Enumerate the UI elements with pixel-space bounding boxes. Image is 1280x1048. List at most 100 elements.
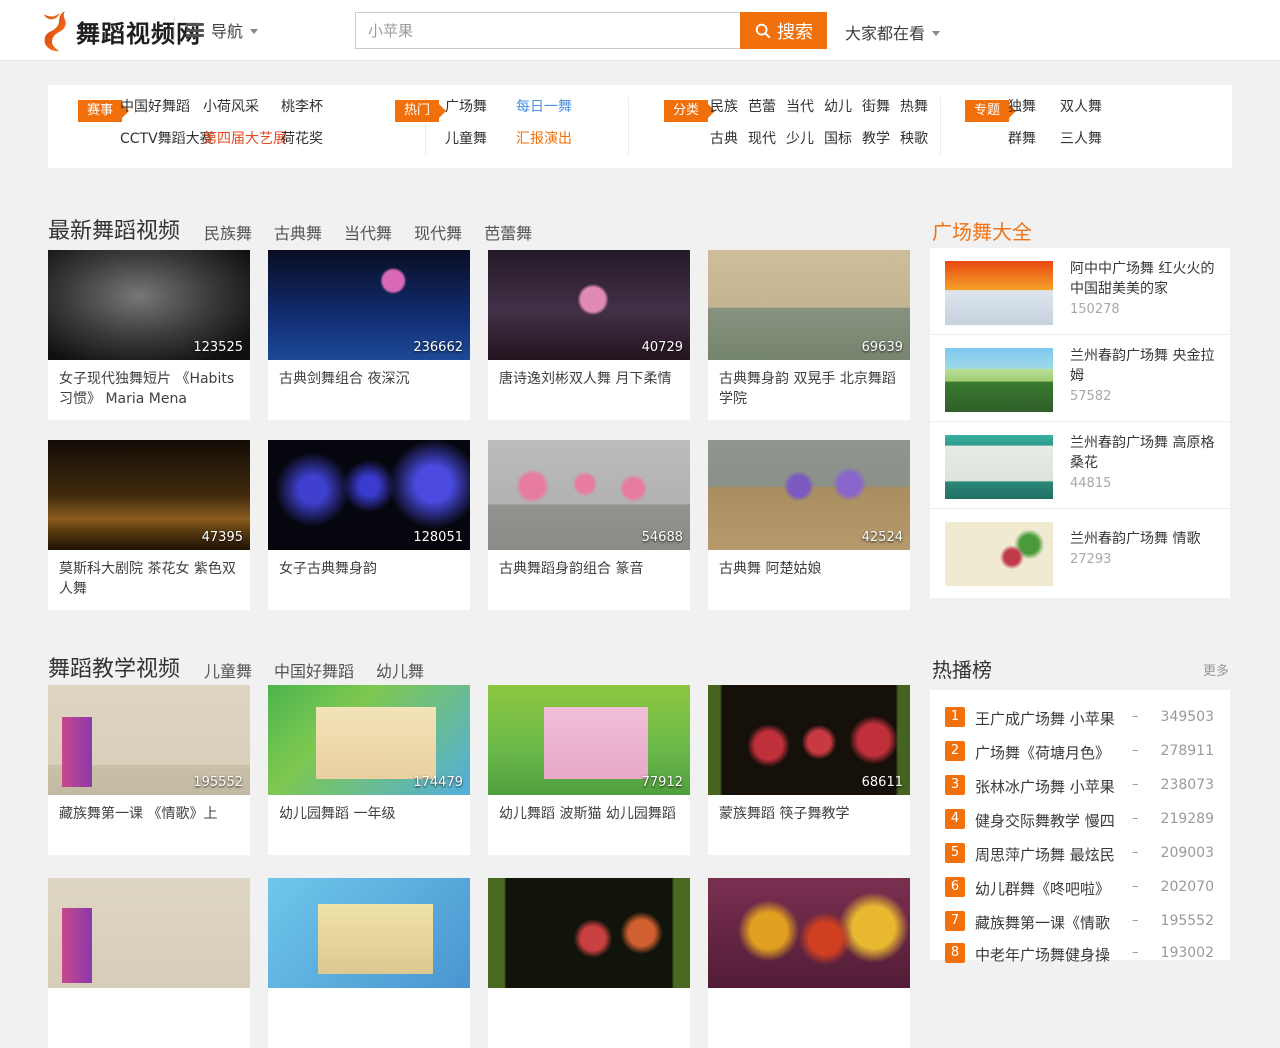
video-title[interactable]: 健身交际舞教学 慢四 — [975, 810, 1143, 831]
hot-list-item[interactable]: 4 健身交际舞教学 慢四 – 219289 — [930, 809, 1230, 843]
badge-competitions[interactable]: 赛事 — [78, 100, 122, 122]
video-title[interactable]: 幼儿园舞蹈 一年级 — [268, 795, 470, 824]
video-title[interactable]: 藏族舞第一课 《情歌》上 — [48, 795, 250, 824]
everyone-watching-dropdown[interactable]: 大家都在看 — [845, 20, 940, 44]
video-card[interactable] — [268, 878, 470, 1048]
nav-link[interactable]: 群舞 — [1008, 130, 1060, 149]
tab-folk-dance[interactable]: 民族舞 — [204, 220, 252, 244]
video-title[interactable]: 女子古典舞身韵 — [268, 550, 470, 579]
video-title[interactable]: 古典剑舞组合 夜深沉 — [268, 360, 470, 389]
tab-china-good-dance[interactable]: 中国好舞蹈 — [274, 658, 354, 682]
list-item[interactable]: 兰州春韵广场舞 情歌 27293 — [930, 509, 1230, 596]
tab-classical-dance[interactable]: 古典舞 — [274, 220, 322, 244]
video-title[interactable]: 女子现代独舞短片 《Habits 习惯》 Maria Mena — [48, 360, 250, 409]
nav-link[interactable]: 热舞 — [900, 98, 938, 117]
video-title[interactable]: 周思萍广场舞 最炫民 — [975, 844, 1143, 865]
list-item[interactable]: 阿中中广场舞 红火火的中国甜美美的家 150278 — [930, 248, 1230, 335]
nav-link[interactable]: 秧歌 — [900, 130, 938, 149]
video-title[interactable]: 藏族舞第一课《情歌 — [975, 912, 1143, 933]
badge-hot[interactable]: 热门 — [395, 100, 439, 122]
hot-list-item[interactable]: 7 藏族舞第一课《情歌 – 195552 — [930, 911, 1230, 945]
nav-link[interactable]: 荷花奖 — [281, 130, 361, 149]
video-title[interactable]: 唐诗逸刘彬双人舞 月下柔情 — [488, 360, 690, 389]
nav-link[interactable]: 桃李杯 — [281, 98, 361, 117]
search-input[interactable] — [355, 12, 740, 49]
hot-list-item[interactable]: 8 中老年广场舞健身操 – 193002 — [930, 943, 1230, 977]
hot-list-item[interactable]: 2 广场舞《荷塘月色》 – 278911 — [930, 741, 1230, 775]
video-title[interactable]: 古典舞身韵 双晃手 北京舞蹈学院 — [708, 360, 910, 409]
tab-contemporary-dance[interactable]: 当代舞 — [344, 220, 392, 244]
video-title[interactable]: 兰州春韵广场舞 高原格桑花 — [1070, 433, 1218, 473]
nav-link[interactable]: 三人舞 — [1060, 130, 1130, 149]
video-title[interactable]: 古典舞蹈身韵组合 篆音 — [488, 550, 690, 579]
nav-link[interactable]: 中国好舞蹈 — [120, 98, 203, 117]
nav-link[interactable]: 古典 — [710, 130, 748, 149]
video-card[interactable] — [48, 878, 250, 1048]
view-count: 238073 — [1161, 777, 1214, 793]
video-card[interactable]: 42524 古典舞 阿楚姑娘 — [708, 440, 910, 610]
hot-list-item[interactable]: 6 幼儿群舞《咚吧啦》 – 202070 — [930, 877, 1230, 911]
nav-menu-button[interactable]: 导航 — [186, 18, 258, 42]
video-title[interactable]: 中老年广场舞健身操 — [975, 944, 1143, 965]
video-card[interactable]: 123525 女子现代独舞短片 《Habits 习惯》 Maria Mena — [48, 250, 250, 420]
video-title[interactable]: 古典舞 阿楚姑娘 — [708, 550, 910, 579]
hot-list-item[interactable]: 5 周思萍广场舞 最炫民 – 209003 — [930, 843, 1230, 877]
trend-dash: – — [1132, 709, 1139, 724]
list-item[interactable]: 兰州春韵广场舞 高原格桑花 44815 — [930, 422, 1230, 509]
nav-link[interactable]: CCTV舞蹈大赛 — [120, 130, 203, 149]
video-card[interactable] — [708, 878, 910, 1048]
video-card[interactable]: 47395 莫斯科大剧院 茶花女 紫色双人舞 — [48, 440, 250, 610]
nav-link[interactable]: 芭蕾 — [748, 98, 786, 117]
nav-link[interactable]: 广场舞 — [445, 98, 516, 117]
video-title[interactable]: 张林冰广场舞 小苹果 — [975, 776, 1143, 797]
more-link[interactable]: 更多 — [1203, 660, 1229, 679]
nav-link[interactable]: 现代 — [748, 130, 786, 149]
search-button[interactable]: 搜索 — [740, 12, 827, 49]
site-logo[interactable]: 舞蹈视频网 — [40, 7, 201, 55]
view-count: 54688 — [642, 530, 683, 545]
nav-link[interactable]: 当代 — [786, 98, 824, 117]
video-card[interactable]: 236662 古典剑舞组合 夜深沉 — [268, 250, 470, 420]
hot-list-item[interactable]: 1 王广成广场舞 小苹果 – 349503 — [930, 707, 1230, 741]
nav-link[interactable]: 儿童舞 — [445, 130, 516, 149]
nav-link-highlighted[interactable]: 每日一舞 — [516, 98, 606, 117]
video-thumbnail: 128051 — [268, 440, 470, 550]
nav-link[interactable]: 少儿 — [786, 130, 824, 149]
tab-children-dance[interactable]: 儿童舞 — [204, 658, 252, 682]
nav-link[interactable]: 街舞 — [862, 98, 900, 117]
video-title[interactable]: 阿中中广场舞 红火火的中国甜美美的家 — [1070, 259, 1218, 299]
video-card[interactable]: 195552 藏族舞第一课 《情歌》上 — [48, 685, 250, 855]
video-title[interactable]: 王广成广场舞 小苹果 — [975, 708, 1143, 729]
list-item[interactable]: 兰州春韵广场舞 央金拉姆 57582 — [930, 335, 1230, 422]
nav-link-highlighted[interactable]: 第四届大艺展 — [203, 130, 281, 149]
tab-toddler-dance[interactable]: 幼儿舞 — [376, 658, 424, 682]
nav-link[interactable]: 幼儿 — [824, 98, 862, 117]
video-card[interactable]: 77912 幼儿舞蹈 波斯猫 幼儿园舞蹈 — [488, 685, 690, 855]
hot-list-item[interactable]: 3 张林冰广场舞 小苹果 – 238073 — [930, 775, 1230, 809]
badge-topics[interactable]: 专题 — [965, 100, 1009, 122]
video-card[interactable]: 69639 古典舞身韵 双晃手 北京舞蹈学院 — [708, 250, 910, 420]
video-card[interactable]: 68611 蒙族舞蹈 筷子舞教学 — [708, 685, 910, 855]
badge-categories[interactable]: 分类 — [664, 100, 708, 122]
video-title[interactable]: 幼儿群舞《咚吧啦》 — [975, 878, 1143, 899]
nav-link-highlighted[interactable]: 汇报演出 — [516, 130, 606, 149]
video-card[interactable]: 174479 幼儿园舞蹈 一年级 — [268, 685, 470, 855]
nav-link[interactable]: 双人舞 — [1060, 98, 1130, 117]
video-card[interactable]: 54688 古典舞蹈身韵组合 篆音 — [488, 440, 690, 610]
video-card[interactable]: 128051 女子古典舞身韵 — [268, 440, 470, 610]
nav-link[interactable]: 国标 — [824, 130, 862, 149]
video-card[interactable]: 40729 唐诗逸刘彬双人舞 月下柔情 — [488, 250, 690, 420]
video-card[interactable] — [488, 878, 690, 1048]
nav-link[interactable]: 教学 — [862, 130, 900, 149]
video-title[interactable]: 兰州春韵广场舞 情歌 — [1070, 529, 1218, 549]
nav-link[interactable]: 独舞 — [1008, 98, 1060, 117]
video-title[interactable]: 广场舞《荷塘月色》 — [975, 742, 1143, 763]
nav-link[interactable]: 小荷风采 — [203, 98, 281, 117]
tab-modern-dance[interactable]: 现代舞 — [414, 220, 462, 244]
tab-ballet[interactable]: 芭蕾舞 — [484, 220, 532, 244]
video-title[interactable]: 兰州春韵广场舞 央金拉姆 — [1070, 346, 1218, 386]
nav-link[interactable]: 民族 — [710, 98, 748, 117]
video-title[interactable]: 幼儿舞蹈 波斯猫 幼儿园舞蹈 — [488, 795, 690, 824]
video-title[interactable]: 蒙族舞蹈 筷子舞教学 — [708, 795, 910, 824]
video-title[interactable]: 莫斯科大剧院 茶花女 紫色双人舞 — [48, 550, 250, 599]
